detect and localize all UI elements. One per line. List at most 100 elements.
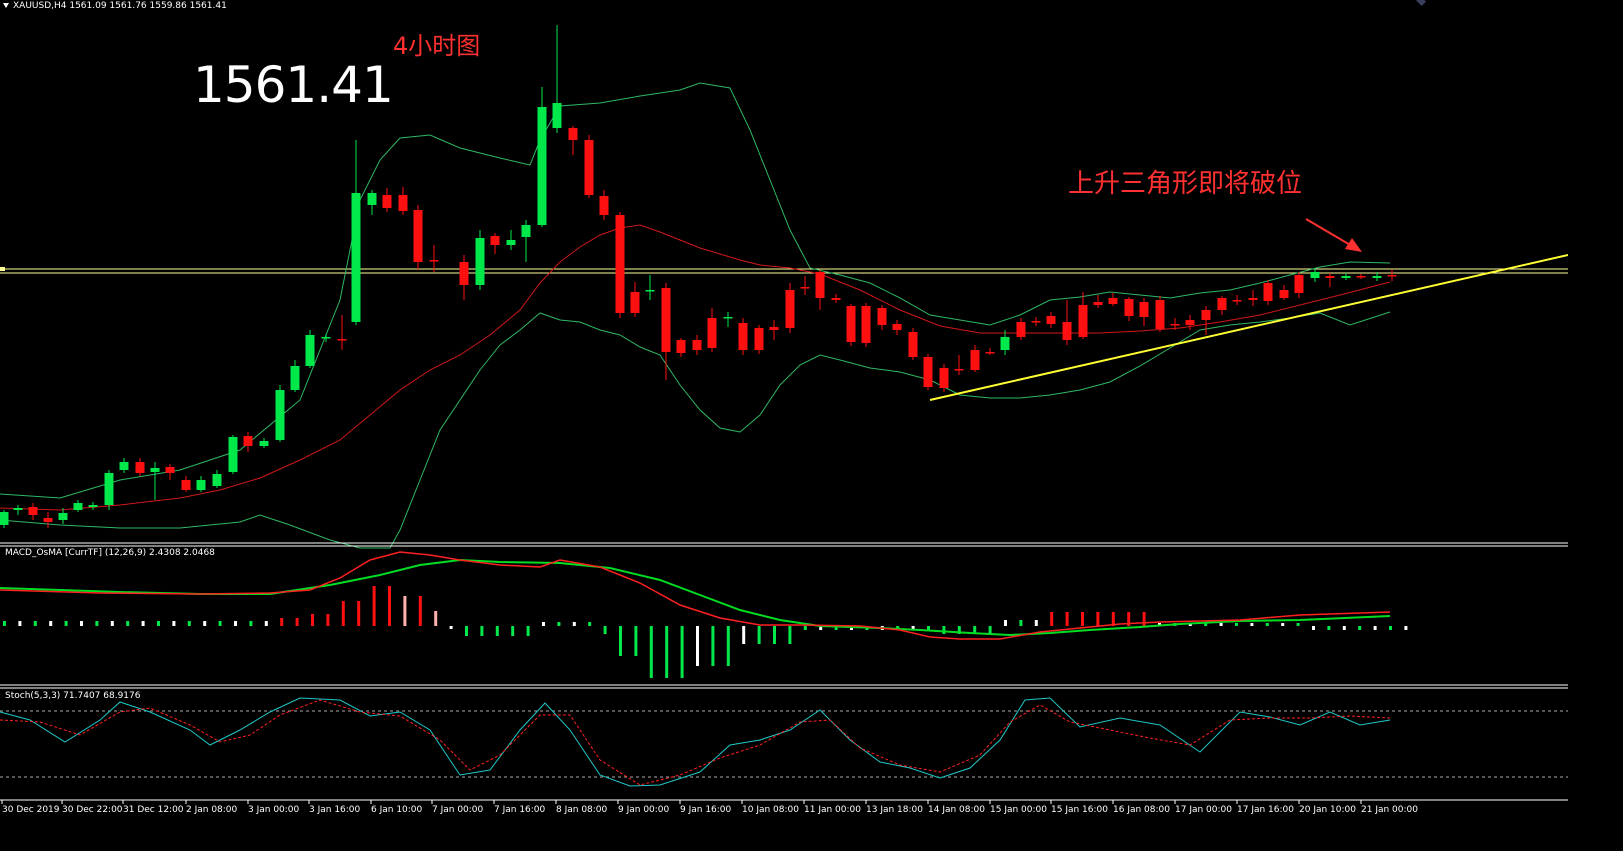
candle-body xyxy=(769,327,779,330)
candle-body xyxy=(676,340,686,353)
macd-histogram-bar xyxy=(1250,623,1254,626)
macd-histogram-bar xyxy=(234,621,237,626)
time-tick-label: 6 Jan 10:00 xyxy=(371,805,423,815)
time-tick-label: 16 Jan 08:00 xyxy=(1113,805,1170,815)
candle-body xyxy=(506,240,516,245)
candle-body xyxy=(459,262,469,285)
arrow-head-icon xyxy=(1345,238,1362,252)
macd-histogram-bar xyxy=(603,626,607,634)
macd-histogram-bar xyxy=(295,618,299,626)
time-tick-label: 21 Jan 00:00 xyxy=(1361,805,1418,815)
candle-body xyxy=(985,352,995,354)
time-tick-label: 30 Dec 22:00 xyxy=(62,805,123,815)
candle-body xyxy=(1387,275,1397,277)
macd-histogram-bar xyxy=(280,618,284,626)
macd-histogram-bar xyxy=(1081,612,1084,626)
macd-histogram-bar xyxy=(449,626,453,629)
macd-histogram-bar xyxy=(141,621,145,626)
candle-body xyxy=(88,505,98,507)
candle-body xyxy=(661,288,671,352)
candle-body xyxy=(877,308,887,325)
candle-body xyxy=(1170,324,1180,326)
symbol-info: XAUUSD,H4 1561.09 1561.76 1559.86 1561.4… xyxy=(13,1,227,11)
macd-histogram-bar xyxy=(1096,612,1100,626)
candle-body xyxy=(1232,300,1242,302)
time-tick-label: 7 Jan 16:00 xyxy=(494,805,546,815)
macd-histogram-bar xyxy=(110,621,114,626)
time-tick-label: 7 Jan 00:00 xyxy=(432,805,484,815)
macd-histogram-bar xyxy=(3,621,6,626)
candle-body xyxy=(1294,275,1304,293)
time-tick-label: 15 Jan 16:00 xyxy=(1051,805,1108,815)
time-tick-label: 11 Jan 00:00 xyxy=(804,805,861,815)
candle-body xyxy=(135,462,145,473)
time-tick-label: 3 Jan 16:00 xyxy=(309,805,361,815)
macd-histogram-bar xyxy=(1373,626,1377,630)
time-tick-label: 10 Jan 08:00 xyxy=(742,805,799,815)
macd-histogram-bar xyxy=(157,621,160,626)
candle-body xyxy=(723,317,733,319)
macd-histogram-bar xyxy=(572,622,576,626)
candle-body xyxy=(692,340,702,350)
candle-body xyxy=(970,350,980,370)
candle-body xyxy=(1325,276,1335,278)
macd-histogram-bar xyxy=(788,626,792,644)
macd-histogram-bar xyxy=(311,614,314,626)
macd-histogram-bar xyxy=(264,621,268,626)
macd-histogram-bar xyxy=(1219,623,1223,626)
macd-histogram-bar xyxy=(357,601,361,626)
macd-histogram-bar xyxy=(187,621,191,626)
chart-canvas[interactable] xyxy=(0,0,1568,821)
stoch-signal-line xyxy=(0,699,1391,786)
time-tick-label: 2 Jan 08:00 xyxy=(186,805,238,815)
macd-histogram-bar xyxy=(465,626,468,636)
candle-body xyxy=(321,337,331,339)
candle-body xyxy=(490,236,500,245)
candle-body xyxy=(1356,276,1366,278)
stoch-panel[interactable] xyxy=(0,697,1568,787)
candle-body xyxy=(1279,290,1289,298)
dropdown-triangle-icon[interactable] xyxy=(3,3,9,8)
macd-histogram-bar xyxy=(1389,626,1392,630)
macd-histogram-bar xyxy=(988,626,992,634)
macd-histogram-bar xyxy=(341,601,345,626)
candle-body xyxy=(475,238,485,285)
macd-histogram-bar xyxy=(249,621,253,626)
macd-histogram-bar xyxy=(403,596,407,626)
macd-histogram-bar xyxy=(1235,623,1238,626)
candle-body xyxy=(800,287,810,289)
macd-histogram-bar xyxy=(680,626,684,678)
macd-histogram-bar xyxy=(495,626,499,636)
macd-histogram-bar xyxy=(696,626,699,666)
candle-body xyxy=(754,328,764,350)
macd-histogram-bar xyxy=(1312,626,1315,630)
candle-body xyxy=(1372,276,1382,278)
macd-histogram-bar xyxy=(372,586,376,626)
macd-histogram-bar xyxy=(480,626,484,636)
candle-body xyxy=(275,390,285,440)
macd-panel[interactable] xyxy=(0,551,1408,678)
macd-histogram-bar xyxy=(418,596,422,626)
time-tick-label: 9 Jan 00:00 xyxy=(618,805,670,815)
macd-histogram-bar xyxy=(665,626,669,678)
time-tick-label: 9 Jan 16:00 xyxy=(680,805,732,815)
candle-body xyxy=(212,474,222,486)
candle-body xyxy=(615,215,625,313)
candle-body xyxy=(196,480,206,490)
macd-histogram-bar xyxy=(49,621,53,626)
price-marker xyxy=(0,267,5,271)
candle-body xyxy=(939,368,949,388)
macd-histogram-bar xyxy=(1296,623,1300,626)
macd-histogram-bar xyxy=(757,626,761,644)
bollinger-upper-band xyxy=(0,82,1391,499)
candle-body xyxy=(599,196,609,215)
current-price: 1561.41 xyxy=(193,56,394,114)
macd-label: MACD_OsMA [CurrTF] (12,26,9) 2.4308 2.04… xyxy=(5,548,215,558)
candle-body xyxy=(1248,298,1258,300)
macd-histogram-bar xyxy=(588,622,592,626)
candle-body xyxy=(568,128,578,140)
stoch-label: Stoch(5,3,3) 71.7407 68.9176 xyxy=(5,691,141,701)
macd-signal-line xyxy=(0,551,1391,640)
macd-histogram-bar xyxy=(1327,626,1331,630)
candle-body xyxy=(150,468,160,472)
